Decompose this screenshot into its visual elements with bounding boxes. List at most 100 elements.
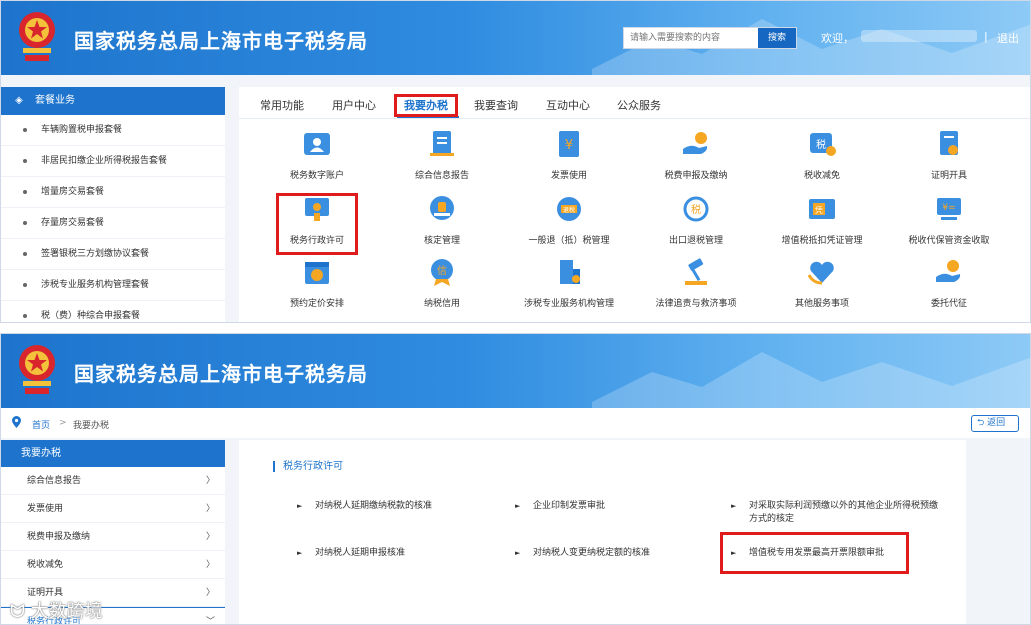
service-other[interactable]: 其他服务事项 — [757, 257, 887, 309]
service-entrust[interactable]: 委托代征 — [884, 257, 1014, 309]
service-label: 涉税专业服务机构管理 — [523, 299, 614, 309]
law-gavel-icon — [685, 258, 707, 285]
service-apa[interactable]: 预约定价安排 — [252, 257, 382, 309]
service-law[interactable]: 法律追责与救济事项 — [631, 257, 761, 309]
chevron-down-icon: ﹀ — [206, 617, 216, 625]
service-label: 一般退（抵）税管理 — [528, 236, 610, 246]
service-export-refund[interactable]: 税 出口退税管理 — [631, 194, 761, 246]
screenshot-separator — [0, 323, 1031, 333]
layers-icon: ◈ — [15, 95, 23, 106]
sidebar-item-label: 税（费）种综合申报套餐 — [41, 311, 141, 321]
back-button-label: 返回 — [987, 418, 1006, 428]
service-vat-voucher[interactable]: 凭 增值税抵扣凭证管理 — [757, 194, 887, 246]
search-button[interactable]: 搜索 — [758, 28, 796, 48]
sidebar-header: ◈ 套餐业务 — [1, 87, 225, 115]
svg-text:税: 税 — [691, 203, 701, 216]
service-credit[interactable]: 信 纳税信用 — [377, 257, 507, 309]
tab-common[interactable]: 常用功能 — [260, 97, 304, 113]
package-sidebar: ◈ 套餐业务 车辆购置税申报套餐 非居民扣缴企业所得税报告套餐 增量房交易套餐 存… — [1, 87, 225, 322]
sidebar-item[interactable]: 税费申报及缴纳 〉 — [1, 523, 225, 551]
search-input[interactable] — [624, 28, 758, 48]
user-name-masked — [861, 30, 977, 42]
service-label: 综合信息报告 — [414, 171, 469, 181]
screenshot-top: 国家税务总局上海市电子税务局 搜索 欢迎， | 退出 ◈ 套餐业务 车辆购置税申报… — [0, 0, 1031, 323]
sidebar-item[interactable]: 车辆购置税申报套餐 — [1, 115, 225, 146]
sidebar-item[interactable]: 发票使用 〉 — [1, 495, 225, 523]
service-tax-reduction[interactable]: 税 税收减免 — [757, 129, 887, 181]
invoice-icon: ¥ — [559, 131, 579, 157]
breadcrumb: 首页 > 我要办税 ⮌ 返回 — [1, 408, 1030, 438]
search-box: 搜索 — [623, 27, 797, 49]
license-item[interactable]: ► 对纳税人变更纳税定额的核准 — [515, 547, 713, 560]
service-label: 核定管理 — [423, 236, 460, 246]
service-custody-fund[interactable]: ¥= 税收代保管资金收取 — [884, 194, 1014, 246]
service-label: 发票使用 — [550, 171, 587, 181]
service-label: 出口退税管理 — [668, 236, 723, 246]
bullet-icon: ► — [297, 549, 303, 557]
welcome-text: 欢迎， — [821, 32, 854, 45]
header-separator: | — [984, 30, 988, 43]
tax-emblem-logo — [19, 345, 55, 394]
digital-account-icon — [304, 133, 330, 155]
service-refund[interactable]: 退税 一般退（抵）税管理 — [504, 194, 634, 246]
license-item[interactable]: ► 企业印制发票审批 — [515, 500, 713, 513]
service-label: 其他服务事项 — [794, 299, 849, 309]
service-invoice[interactable]: ¥ 发票使用 — [504, 129, 634, 181]
location-pin-icon — [12, 416, 21, 431]
license-item[interactable]: ► 对采取实际利润预缴以外的其他企业所得税预缴方式的核定 — [731, 500, 945, 526]
highlight-box-vat-limit — [720, 532, 909, 574]
breadcrumb-home[interactable]: 首页 — [32, 418, 50, 431]
credit-icon: 信 — [431, 259, 453, 286]
sidebar-item[interactable]: 税收减免 〉 — [1, 551, 225, 579]
declare-pay-icon — [683, 132, 708, 154]
tab-user-center[interactable]: 用户中心 — [332, 97, 376, 113]
tab-query[interactable]: 我要查询 — [474, 97, 518, 113]
sidebar-item-label: 发票使用 — [27, 504, 64, 514]
highlight-box-license — [276, 193, 358, 255]
service-label: 纳税信用 — [423, 299, 460, 309]
back-button[interactable]: ⮌ 返回 — [971, 415, 1019, 432]
logout-link[interactable]: 退出 — [997, 30, 1019, 46]
sidebar-item[interactable]: 存量房交易套餐 — [1, 208, 225, 239]
license-label: 对采取实际利润预缴以外的其他企业所得税预缴方式的核定 — [749, 501, 939, 524]
tab-public-service[interactable]: 公众服务 — [617, 97, 661, 113]
vat-voucher-icon: 凭 — [809, 199, 835, 219]
bullet-icon: ► — [515, 502, 521, 510]
license-item[interactable]: ► 对纳税人延期申报核准 — [297, 547, 495, 560]
service-digital-account[interactable]: 税务数字账户 — [252, 129, 382, 181]
service-info-report[interactable]: 综合信息报告 — [377, 129, 507, 181]
chevron-right-icon: 〉 — [206, 476, 216, 486]
sidebar-item[interactable]: 增量房交易套餐 — [1, 177, 225, 208]
entrust-icon — [936, 260, 961, 282]
svg-text:¥: ¥ — [565, 138, 573, 153]
service-label: 税务数字账户 — [289, 171, 344, 181]
chevron-right-icon: 〉 — [206, 560, 216, 570]
service-declare-pay[interactable]: 税费申报及缴纳 — [631, 129, 761, 181]
service-label: 税费申报及缴纳 — [664, 171, 728, 181]
license-label: 对纳税人变更纳税定额的核准 — [533, 548, 651, 558]
export-refund-icon: 税 — [683, 196, 709, 222]
sidebar-item[interactable]: 涉税专业服务机构管理套餐 — [1, 270, 225, 301]
service-label: 增值税抵扣凭证管理 — [781, 236, 863, 246]
sidebar-item[interactable]: 综合信息报告 〉 — [1, 467, 225, 495]
tab-interaction[interactable]: 互动中心 — [546, 97, 590, 113]
service-label: 委托代征 — [930, 299, 967, 309]
sidebar-item-label: 涉税专业服务机构管理套餐 — [41, 280, 150, 290]
custody-fund-icon: ¥= — [937, 198, 961, 220]
license-item[interactable]: ► 对纳税人延期缴纳税款的核准 — [297, 500, 495, 513]
license-panel: 税务行政许可 ► 对纳税人延期缴纳税款的核准 ► 企业印制发票审批 ► 对采取实际利润… — [239, 440, 966, 624]
bullet-icon — [23, 127, 27, 132]
sidebar-item[interactable]: 签署银税三方划缴协议套餐 — [1, 239, 225, 270]
sidebar-item-label: 签署银税三方划缴协议套餐 — [41, 249, 150, 259]
service-certificate[interactable]: 证明开具 — [884, 129, 1014, 181]
sidebar-item[interactable]: 非居民扣缴企业所得税报告套餐 — [1, 146, 225, 177]
sidebar-item[interactable]: 税（费）种综合申报套餐 — [1, 301, 225, 322]
tab-bar: 常用功能 用户中心 我要办税 我要查询 互动中心 公众服务 — [239, 87, 1030, 119]
sidebar-title: 套餐业务 — [35, 95, 75, 106]
return-icon: ⮌ — [977, 418, 988, 428]
service-agency[interactable]: 涉税专业服务机构管理 — [504, 257, 634, 309]
bullet-icon: ► — [297, 502, 303, 510]
service-assessment[interactable]: 核定管理 — [377, 194, 507, 246]
highlight-box-tab — [394, 94, 458, 117]
great-wall-decoration — [592, 352, 1030, 408]
